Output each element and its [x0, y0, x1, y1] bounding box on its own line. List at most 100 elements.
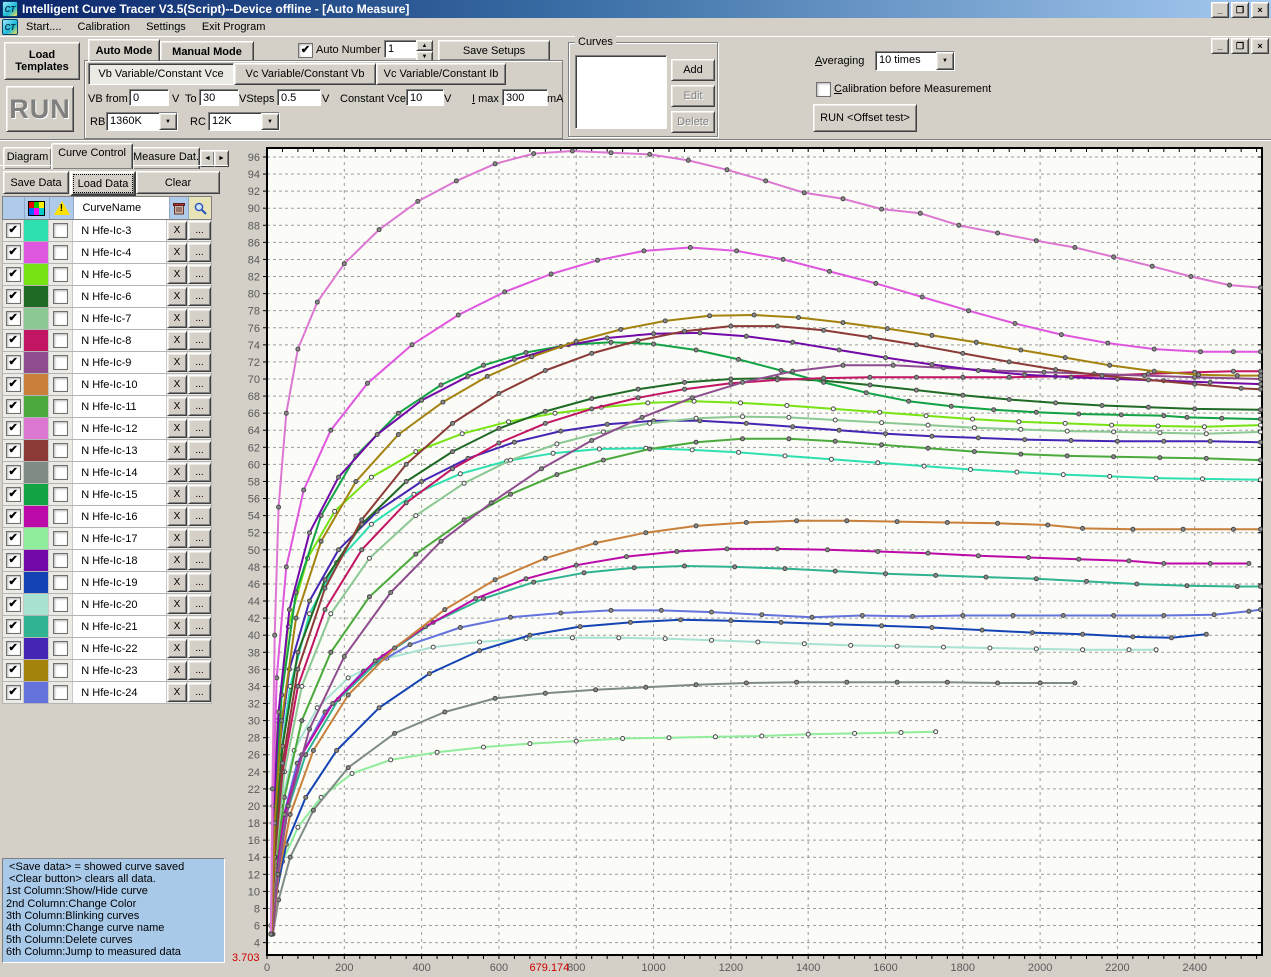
color-swatch[interactable] — [24, 220, 49, 241]
rb-dropdown-arrow-icon[interactable]: ▼ — [159, 113, 177, 130]
rc-dropdown[interactable]: 12K ▼ — [208, 112, 280, 131]
jump-to-data-button[interactable]: ... — [188, 287, 211, 306]
delete-curve-button[interactable]: X — [167, 529, 187, 548]
blink-checkbox[interactable] — [49, 264, 73, 285]
subtab-vc-variable-vb[interactable]: Vc Variable/Constant Vb — [234, 63, 376, 85]
delete-curve-button[interactable]: X — [167, 265, 187, 284]
show-hide-checkbox[interactable]: ✔ — [3, 440, 24, 461]
blink-checkbox[interactable] — [49, 286, 73, 307]
curve-name-cell[interactable]: N Hfe-Ic-15 — [73, 484, 167, 505]
color-palette-icon[interactable] — [25, 197, 50, 219]
menu-exit-program[interactable]: Exit Program — [194, 19, 274, 35]
blink-checkbox[interactable] — [49, 506, 73, 527]
run-offset-test-button[interactable]: RUN <Offset test> — [813, 104, 917, 132]
color-swatch[interactable] — [24, 660, 49, 681]
color-swatch[interactable] — [24, 374, 49, 395]
constant-vce-input[interactable] — [406, 89, 444, 106]
blink-checkbox[interactable] — [49, 616, 73, 637]
load-templates-button[interactable]: Load Templates — [4, 42, 80, 80]
jump-to-data-button[interactable]: ... — [188, 419, 211, 438]
jump-to-data-button[interactable]: ... — [188, 551, 211, 570]
delete-curve-button[interactable]: X — [167, 353, 187, 372]
show-hide-checkbox[interactable]: ✔ — [3, 308, 24, 329]
delete-curve-button[interactable]: X — [167, 573, 187, 592]
tab-curve-control[interactable]: Curve Control — [51, 143, 133, 169]
spinner-up-icon[interactable]: ▲ — [416, 40, 433, 51]
curve-name-cell[interactable]: N Hfe-Ic-10 — [73, 374, 167, 395]
color-swatch[interactable] — [24, 440, 49, 461]
blink-checkbox[interactable] — [49, 572, 73, 593]
jump-to-data-button[interactable]: ... — [188, 595, 211, 614]
color-swatch[interactable] — [24, 396, 49, 417]
jump-to-data-button[interactable]: ... — [188, 375, 211, 394]
color-swatch[interactable] — [24, 330, 49, 351]
show-hide-checkbox[interactable]: ✔ — [3, 660, 24, 681]
curve-name-cell[interactable]: N Hfe-Ic-3 — [73, 220, 167, 241]
menu-start[interactable]: Start.... — [18, 19, 69, 35]
show-hide-checkbox[interactable]: ✔ — [3, 572, 24, 593]
curve-name-cell[interactable]: N Hfe-Ic-22 — [73, 638, 167, 659]
curve-name-cell[interactable]: N Hfe-Ic-4 — [73, 242, 167, 263]
delete-curve-button[interactable]: X — [167, 507, 187, 526]
tab-auto-mode[interactable]: Auto Mode — [88, 39, 160, 61]
delete-curve-button[interactable]: X — [167, 617, 187, 636]
delete-curve-button[interactable]: X — [167, 375, 187, 394]
curve-name-cell[interactable]: N Hfe-Ic-5 — [73, 264, 167, 285]
subtab-vc-variable-ib[interactable]: Vc Variable/Constant Ib — [376, 63, 506, 85]
show-hide-checkbox[interactable]: ✔ — [3, 220, 24, 241]
blink-checkbox[interactable] — [49, 440, 73, 461]
rb-dropdown[interactable]: 1360K ▼ — [106, 112, 178, 131]
to-input[interactable] — [199, 89, 239, 106]
jump-to-data-button[interactable]: ... — [188, 639, 211, 658]
show-hide-checkbox[interactable]: ✔ — [3, 418, 24, 439]
show-hide-checkbox[interactable]: ✔ — [3, 550, 24, 571]
jump-to-data-button[interactable]: ... — [188, 573, 211, 592]
jump-to-data-button[interactable]: ... — [188, 309, 211, 328]
blink-checkbox[interactable] — [49, 528, 73, 549]
curve-name-cell[interactable]: N Hfe-Ic-17 — [73, 528, 167, 549]
delete-curve-button[interactable]: X — [167, 661, 187, 680]
subtab-vb-variable[interactable]: Vb Variable/Constant Vce — [88, 63, 234, 85]
delete-curve-button[interactable]: X — [167, 463, 187, 482]
jump-to-data-button[interactable]: ... — [188, 353, 211, 372]
save-data-button[interactable]: Save Data — [3, 171, 69, 194]
blink-checkbox[interactable] — [49, 638, 73, 659]
show-hide-checkbox[interactable]: ✔ — [3, 638, 24, 659]
delete-curve-button[interactable]: X — [167, 485, 187, 504]
blink-checkbox[interactable] — [49, 330, 73, 351]
delete-curve-button[interactable]: X — [167, 397, 187, 416]
curve-name-cell[interactable]: N Hfe-Ic-24 — [73, 682, 167, 703]
color-swatch[interactable] — [24, 594, 49, 615]
show-hide-checkbox[interactable]: ✔ — [3, 330, 24, 351]
curve-name-cell[interactable]: N Hfe-Ic-19 — [73, 572, 167, 593]
show-hide-checkbox[interactable]: ✔ — [3, 528, 24, 549]
blink-checkbox[interactable] — [49, 396, 73, 417]
show-hide-checkbox[interactable]: ✔ — [3, 242, 24, 263]
curve-name-cell[interactable]: N Hfe-Ic-12 — [73, 418, 167, 439]
show-hide-checkbox[interactable]: ✔ — [3, 682, 24, 703]
color-swatch[interactable] — [24, 638, 49, 659]
jump-to-data-button[interactable]: ... — [188, 331, 211, 350]
close-button[interactable]: × — [1251, 2, 1269, 18]
blink-checkbox[interactable] — [49, 352, 73, 373]
color-swatch[interactable] — [24, 572, 49, 593]
jump-to-data-button[interactable]: ... — [188, 397, 211, 416]
jump-to-data-button[interactable]: ... — [188, 441, 211, 460]
curve-name-cell[interactable]: N Hfe-Ic-9 — [73, 352, 167, 373]
color-swatch[interactable] — [24, 682, 49, 703]
curve-name-cell[interactable]: N Hfe-Ic-11 — [73, 396, 167, 417]
curve-name-cell[interactable]: N Hfe-Ic-14 — [73, 462, 167, 483]
curve-name-cell[interactable]: N Hfe-Ic-8 — [73, 330, 167, 351]
delete-curve-button[interactable]: X — [167, 595, 187, 614]
calibration-checkbox[interactable] — [816, 82, 831, 97]
delete-curve-button[interactable]: X — [167, 639, 187, 658]
save-setups-button[interactable]: Save Setups — [438, 40, 550, 61]
plot-area[interactable] — [267, 148, 1262, 955]
show-hide-checkbox[interactable]: ✔ — [3, 484, 24, 505]
blink-checkbox[interactable] — [49, 484, 73, 505]
vb-from-input[interactable] — [129, 89, 169, 106]
blink-checkbox[interactable] — [49, 682, 73, 703]
blink-checkbox[interactable] — [49, 220, 73, 241]
blink-checkbox[interactable] — [49, 308, 73, 329]
averaging-dropdown[interactable]: 10 times ▼ — [875, 51, 955, 71]
